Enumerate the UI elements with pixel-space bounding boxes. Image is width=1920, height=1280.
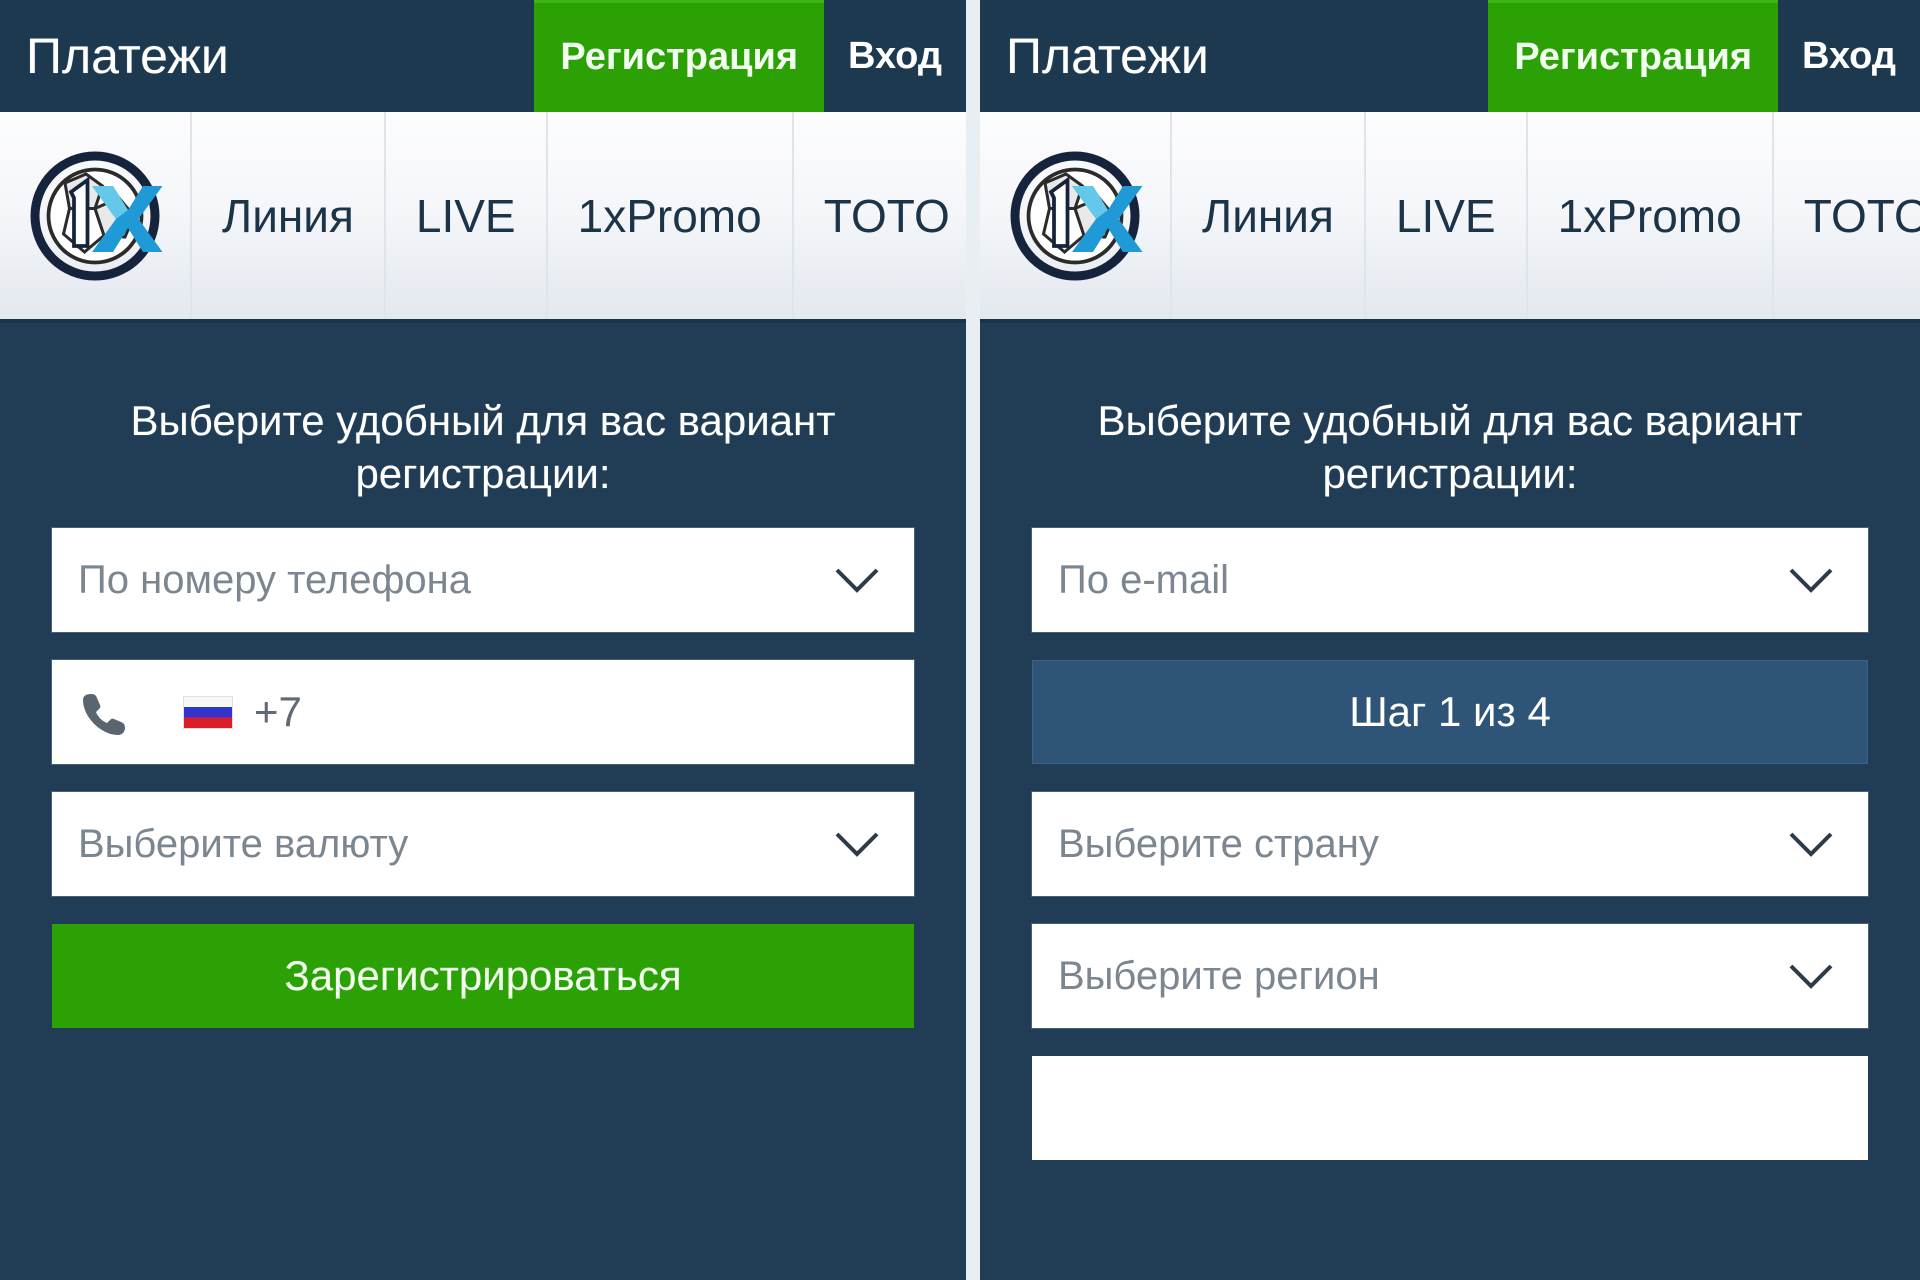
left-topbar: Платежи Регистрация Вход [0,0,966,112]
registration-method-value: По e-mail [1058,557,1230,602]
nav-item-1xpromo[interactable]: 1xPromo [545,112,792,319]
left-panel: Платежи Регистрация Вход Линия LIVE 1xPr… [0,0,966,1280]
panel-divider [966,0,980,1280]
registration-method-select[interactable]: По e-mail [1032,528,1868,632]
nav-item-toto[interactable]: TOTO [791,112,966,319]
page-title: Платежи [26,28,229,84]
login-button[interactable]: Вход [824,0,966,112]
next-field-partial[interactable] [1032,1056,1868,1160]
1xbet-logo-icon[interactable] [0,112,190,319]
left-navbar: Линия LIVE 1xPromo TOTO [0,112,966,323]
page-title: Платежи [1006,28,1209,84]
left-main: Выберите удобный для вас вариант регистр… [0,323,966,1280]
login-button[interactable]: Вход [1778,0,1920,112]
submit-registration-button[interactable]: Зарегистрироваться [52,924,914,1028]
nav-item-liniya[interactable]: Линия [1170,112,1364,319]
nav-item-liniya[interactable]: Линия [190,112,384,319]
registration-method-value: По номеру телефона [78,557,471,602]
chevron-down-icon [834,830,880,858]
nav-item-live[interactable]: LIVE [1363,112,1526,319]
registration-headline: Выберите удобный для вас вариант регистр… [130,397,836,497]
chevron-down-icon [1788,566,1834,594]
chevron-down-icon [1788,830,1834,858]
flag-russia-icon [184,696,232,728]
dial-code-value: +7 [254,688,302,735]
nav-item-1xpromo[interactable]: 1xPromo [1525,112,1772,319]
chevron-down-icon [834,566,880,594]
country-value: Выберите страну [1058,821,1379,866]
right-main: Выберите удобный для вас вариант регистр… [980,323,1920,1280]
nav-item-toto[interactable]: TOTO [1771,112,1920,319]
right-topbar: Платежи Регистрация Вход [980,0,1920,112]
region-select[interactable]: Выберите регион [1032,924,1868,1028]
dual-screenshot-comparison: Платежи Регистрация Вход Линия LIVE 1xPr… [0,0,1920,1280]
step-indicator: Шаг 1 из 4 [1032,660,1868,764]
currency-value: Выберите валюту [78,821,409,866]
registration-method-select[interactable]: По номеру телефона [52,528,914,632]
register-button[interactable]: Регистрация [1488,0,1779,112]
1xbet-logo-icon[interactable] [980,112,1170,319]
right-navbar: Линия LIVE 1xPromo TOTO [980,112,1920,323]
country-select[interactable]: Выберите страну [1032,792,1868,896]
region-value: Выберите регион [1058,953,1380,998]
phone-icon [78,685,132,739]
nav-item-live[interactable]: LIVE [383,112,546,319]
phone-number-input[interactable]: +7 [52,660,914,764]
register-button[interactable]: Регистрация [534,0,825,112]
currency-select[interactable]: Выберите валюту [52,792,914,896]
chevron-down-icon [1788,962,1834,990]
registration-headline: Выберите удобный для вас вариант регистр… [1097,397,1803,497]
right-panel: Платежи Регистрация Вход Линия LIVE 1xPr… [980,0,1920,1280]
